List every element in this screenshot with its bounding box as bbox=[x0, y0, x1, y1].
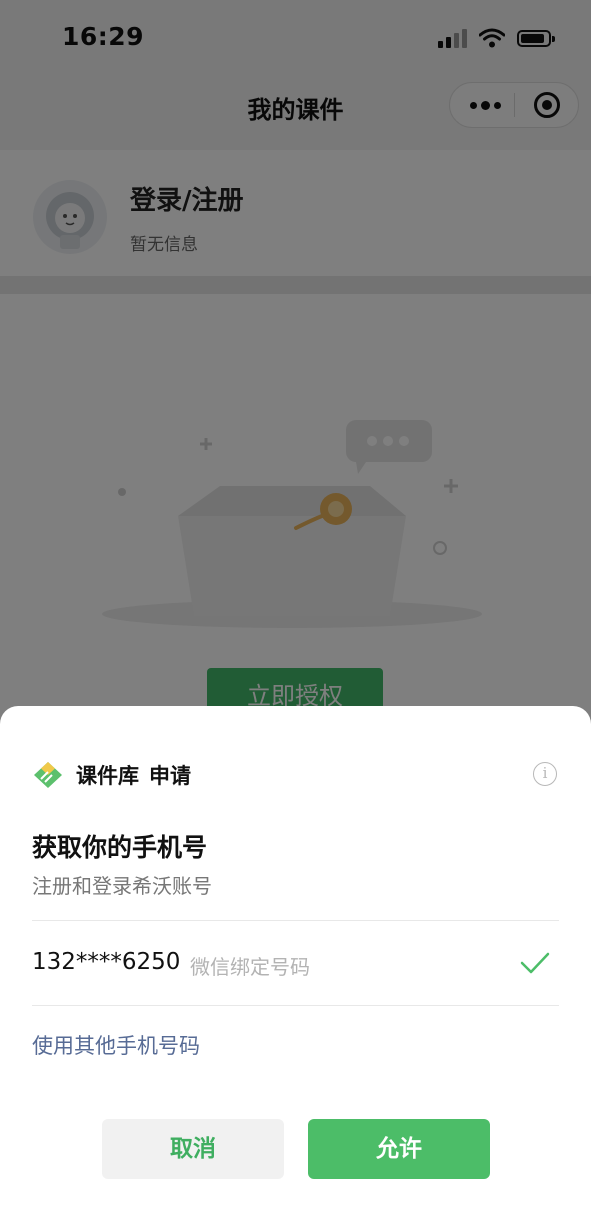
phone-authorization-sheet: 课件库 申请 i 获取你的手机号 注册和登录希沃账号 132****6250 微… bbox=[0, 706, 591, 1209]
allow-button[interactable]: 允许 bbox=[308, 1119, 490, 1179]
request-label: 申请 bbox=[149, 764, 191, 788]
divider bbox=[32, 1005, 559, 1006]
use-other-phone-link[interactable]: 使用其他手机号码 bbox=[32, 1030, 200, 1060]
info-icon[interactable]: i bbox=[533, 762, 557, 786]
phone-option-row[interactable]: 132****6250 微信绑定号码 bbox=[32, 921, 559, 1005]
app-logo-icon bbox=[34, 762, 62, 788]
app-header: 课件库 申请 bbox=[32, 760, 191, 790]
sheet-title: 获取你的手机号 bbox=[32, 833, 208, 862]
check-icon bbox=[520, 952, 550, 974]
phone-number: 132****6250 bbox=[32, 949, 181, 975]
cancel-button[interactable]: 取消 bbox=[102, 1119, 284, 1179]
sheet-subtitle: 注册和登录希沃账号 bbox=[32, 874, 212, 898]
app-name: 课件库 bbox=[76, 764, 139, 788]
phone-tag: 微信绑定号码 bbox=[190, 955, 310, 979]
